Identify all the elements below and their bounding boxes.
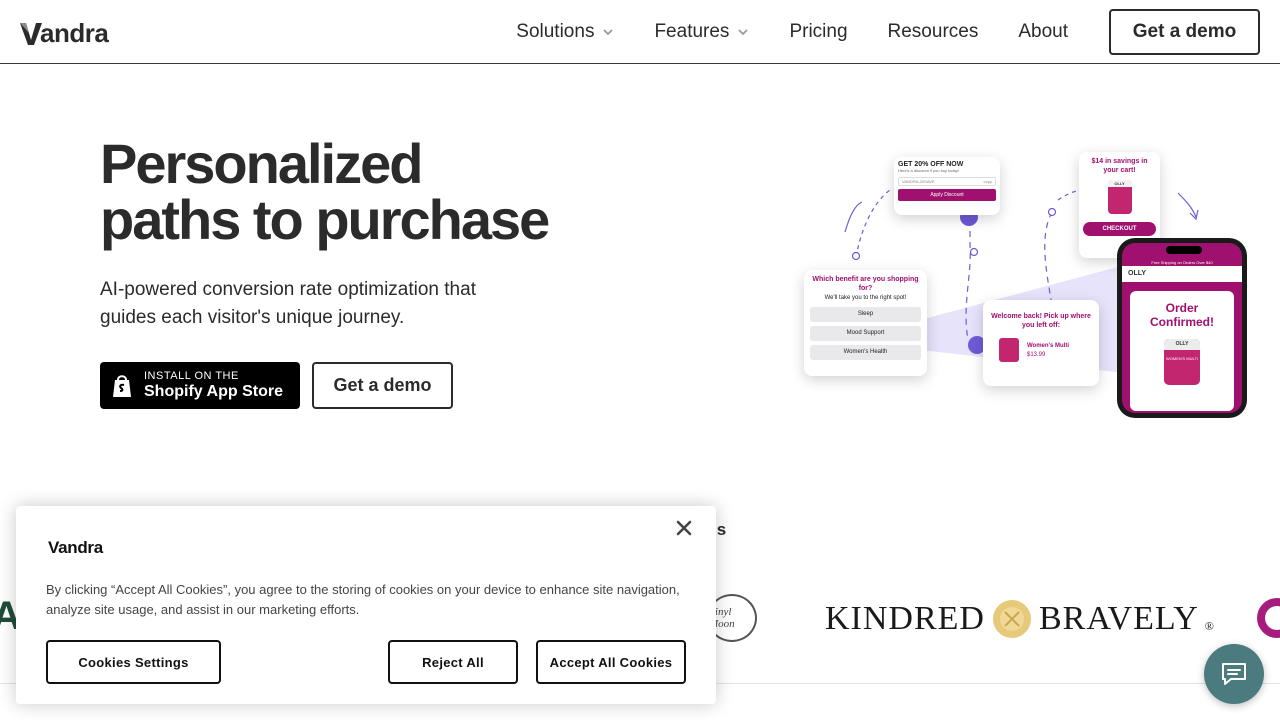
welcome-popup-title: Welcome back! Pick up where you left off… <box>991 313 1091 329</box>
welcome-product-price: $13.99 <box>1027 351 1046 358</box>
shopify-bag-icon <box>113 374 131 397</box>
reject-all-button[interactable]: Reject All <box>388 640 518 684</box>
phone-product-brand: OLLY <box>1164 339 1200 350</box>
welcome-product-name: Women's Multi <box>1027 342 1069 349</box>
quiz-popup-title: Which benefit are you shopping for? <box>812 276 919 292</box>
site-header: andra Solutions Features Pricing Resourc… <box>0 0 1280 64</box>
phone-product-name: WOMEN'S MULTI <box>1165 356 1199 361</box>
chevron-down-icon <box>603 29 614 36</box>
nav-features-label: Features <box>654 21 730 42</box>
cookie-consent-banner: Vandra By clicking “Accept All Cookies”,… <box>16 506 716 704</box>
discount-popup-subtitle: Here's a discount if you buy today! <box>898 168 960 173</box>
accept-all-cookies-button[interactable]: Accept All Cookies <box>536 640 686 684</box>
kindred-bravely-logo: KINDRED BRAVELY ® <box>825 598 1215 640</box>
phone-order-confirmed: Order Confirmed! <box>1150 301 1214 329</box>
close-icon[interactable] <box>674 518 694 538</box>
registered-mark: ® <box>1204 619 1215 633</box>
hero-title: Personalized paths to purchase <box>100 132 550 251</box>
main-nav: Solutions Features Pricing Resources Abo… <box>516 0 1068 64</box>
savings-popup-title: $14 in savings in your cart! <box>1091 158 1148 174</box>
kindred-text: KINDRED <box>825 600 985 637</box>
shopify-small-label: INSTALL ON THE <box>144 369 239 382</box>
olly-product-image: OLLY <box>1107 180 1132 214</box>
journey-illustration: GET 20% OFF NOW Here's a discount if you… <box>790 145 1280 418</box>
cookie-banner-text: By clicking “Accept All Cookies”, you ag… <box>46 582 680 617</box>
discount-code-copy: copy <box>983 179 992 184</box>
discount-code-field: VANDRA-20SAVE copy <box>898 177 996 186</box>
shopify-big-label: Shopify App Store <box>144 382 283 400</box>
brand-logo-partial-right <box>1257 598 1280 638</box>
quiz-popup-card: Which benefit are you shopping for? We'l… <box>804 270 927 376</box>
phone-banner: Free Shipping on Orders Over $40 <box>1122 259 1242 266</box>
quiz-option: Sleep <box>810 307 921 322</box>
apply-discount-button: Apply Discount <box>898 189 996 201</box>
get-demo-header-button[interactable]: Get a demo <box>1109 9 1260 55</box>
nav-solutions-label: Solutions <box>516 21 595 42</box>
nav-resources-label: Resources <box>887 21 979 42</box>
welcome-popup-card: Welcome back! Pick up where you left off… <box>983 300 1099 386</box>
nav-resources[interactable]: Resources <box>888 21 979 43</box>
nav-features[interactable]: Features <box>654 21 749 43</box>
page: andra Solutions Features Pricing Resourc… <box>0 0 1280 720</box>
chat-widget-button[interactable] <box>1204 644 1264 704</box>
nav-pricing[interactable]: Pricing <box>789 21 847 43</box>
discount-popup-card: GET 20% OFF NOW Here's a discount if you… <box>894 157 1000 215</box>
welcome-product-image <box>999 338 1019 362</box>
bravely-text: BRAVELY <box>1038 600 1199 637</box>
logo-v-mark-icon <box>20 22 42 45</box>
chevron-down-icon <box>738 29 749 36</box>
get-demo-hero-button[interactable]: Get a demo <box>312 362 453 409</box>
phone-brand: OLLY <box>1122 266 1242 282</box>
hero-subtitle: AI-powered conversion rate optimization … <box>100 279 476 328</box>
phone-mockup: Free Shipping on Orders Over $40 OLLY Or… <box>1117 238 1247 418</box>
nav-pricing-label: Pricing <box>789 21 848 42</box>
phone-confirm-card: Order Confirmed! OLLY WOMEN'S MULTI <box>1130 291 1234 411</box>
checkout-mini-button: CHECKOUT <box>1083 222 1156 236</box>
logo-text: andra <box>40 18 109 48</box>
quiz-option: Mood Support <box>810 326 921 341</box>
vandra-logo[interactable]: andra <box>20 18 109 49</box>
cookies-settings-button[interactable]: Cookies Settings <box>46 640 221 684</box>
nav-solutions[interactable]: Solutions <box>516 21 614 43</box>
quiz-popup-subtitle: We'll take you to the right spot! <box>824 295 907 301</box>
savings-product-brand: OLLY <box>1107 180 1132 187</box>
nav-about-label: About <box>1018 21 1068 42</box>
phone-product-image: OLLY WOMEN'S MULTI <box>1164 339 1200 385</box>
quiz-option: Women's Health <box>810 345 921 360</box>
discount-popup-title: GET 20% OFF NOW <box>898 161 964 168</box>
discount-code: VANDRA-20SAVE <box>902 179 935 184</box>
shopify-app-store-button[interactable]: INSTALL ON THE Shopify App Store <box>100 362 300 409</box>
sunburst-icon <box>992 600 1031 638</box>
chat-bubble-icon <box>1222 663 1246 685</box>
nav-about[interactable]: About <box>1018 21 1068 43</box>
cookie-banner-logo: Vandra <box>48 538 103 557</box>
phone-notch <box>1166 246 1202 254</box>
